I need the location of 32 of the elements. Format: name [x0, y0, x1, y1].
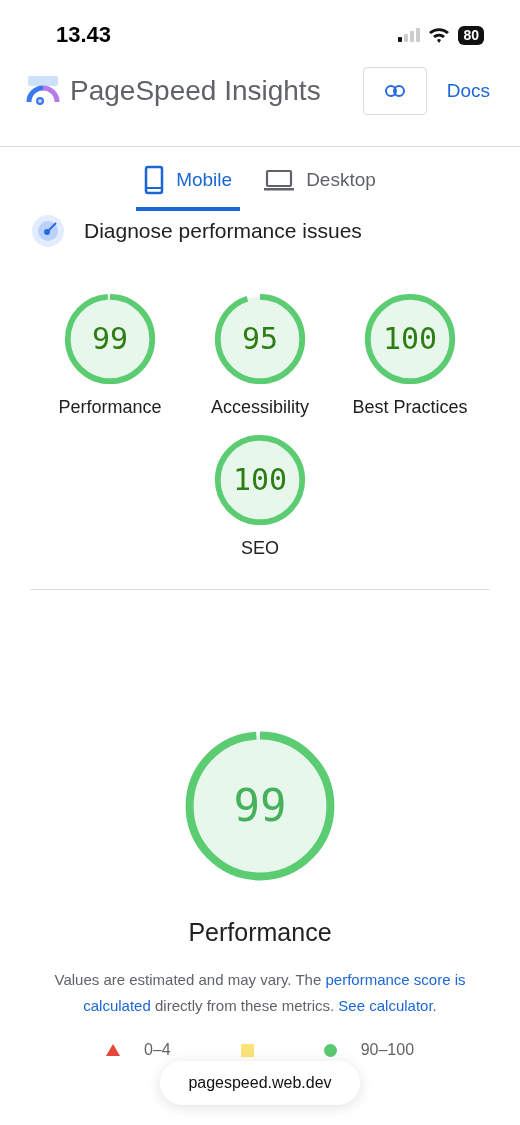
url-bar[interactable]: pagespeed.web.dev: [160, 1061, 360, 1105]
copy-link-button[interactable]: [362, 67, 427, 115]
battery-indicator: 80: [458, 25, 484, 45]
signal-icon: [398, 28, 421, 42]
score-value: 99: [233, 784, 287, 828]
description-link[interactable]: See calculator.: [338, 997, 437, 1014]
wifi-icon: [428, 27, 451, 43]
phone-icon: [144, 165, 165, 195]
legend-range: 90–100: [360, 1041, 415, 1059]
app-title: PageSpeed Insights: [70, 75, 322, 107]
diagnose-icon: [32, 215, 64, 247]
score-label: Performance: [58, 397, 162, 418]
score-value: 95: [241, 324, 279, 354]
section-title: Diagnose performance issues: [84, 219, 362, 243]
score-label: Accessibility: [211, 397, 309, 418]
laptop-icon: [264, 169, 295, 191]
description-link[interactable]: performance score is: [325, 971, 466, 988]
link-icon: [384, 85, 405, 97]
docs-link[interactable]: Docs: [446, 80, 490, 102]
description-link[interactable]: calculated: [83, 997, 151, 1014]
gauge-logo-icon: [26, 75, 60, 107]
score-value: 100: [232, 465, 288, 495]
device-tab[interactable]: Mobile: [136, 161, 241, 211]
legend-range: 0–4: [143, 1041, 171, 1059]
status-time: 13.43: [56, 22, 112, 48]
score-label: Best Practices: [352, 397, 468, 418]
score-value: 99: [91, 324, 129, 354]
score-value: 100: [382, 324, 438, 354]
score-label: SEO: [241, 538, 279, 559]
device-tab[interactable]: Desktop: [256, 161, 384, 211]
score-label: Performance: [188, 918, 332, 947]
score-description: Values are estimated and may vary. The performance score is calculated directly from these metrics. See calculator.: [53, 970, 467, 1016]
